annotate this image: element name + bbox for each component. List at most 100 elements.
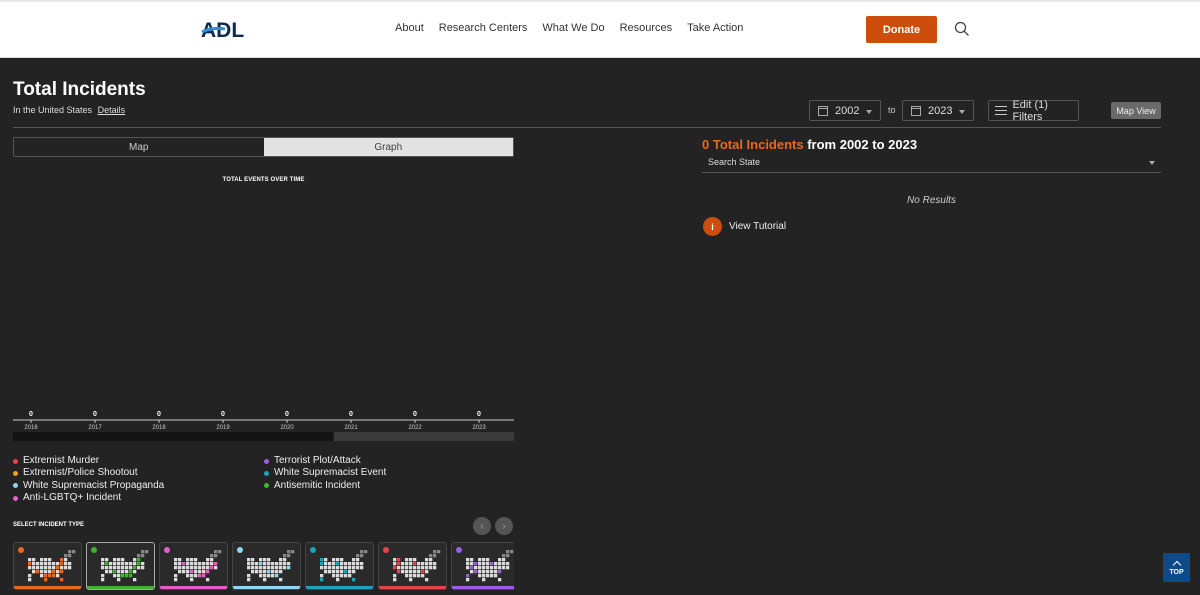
legend-label: Extremist/Police Shootout: [23, 467, 138, 479]
legend-left: Extremist Murder Extremist/Police Shootou…: [13, 455, 164, 504]
legend-item: White Supremacist Propaganda: [13, 480, 164, 492]
data-label: 0: [157, 411, 161, 418]
x-tick-label: 2017: [88, 425, 102, 431]
header-divider: [13, 127, 1161, 128]
nav-what-we-do[interactable]: What We Do: [542, 22, 604, 34]
type-dot-icon: [91, 547, 97, 553]
x-tick-label: 2018: [152, 425, 166, 431]
donate-button[interactable]: Donate: [866, 16, 937, 43]
legend-item: Antisemitic Incident: [264, 480, 386, 492]
top-label: TOP: [1169, 569, 1184, 576]
data-label: 0: [349, 411, 353, 418]
to-year-value: 2023: [928, 104, 953, 117]
filters-label: Edit (1) Filters: [1012, 98, 1048, 123]
legend-label: Antisemitic Incident: [274, 479, 361, 491]
incident-type-card[interactable]: [159, 542, 228, 590]
results-count: 0 Total Incidents: [702, 137, 804, 152]
legend-dot-icon: [13, 470, 18, 476]
adl-logo[interactable]: ADL: [201, 17, 253, 41]
x-tick-label: 2019: [216, 425, 230, 431]
incident-type-card[interactable]: [305, 542, 374, 590]
nav-resources[interactable]: Resources: [620, 22, 673, 34]
type-color-bar: [306, 586, 373, 589]
edit-filters-button[interactable]: Edit (1) Filters: [988, 98, 1079, 123]
legend-label: Extremist Murder: [23, 455, 100, 466]
back-to-top-button[interactable]: TOP: [1163, 553, 1190, 582]
mini-map-icon: [393, 550, 441, 582]
legend-dot-icon: [13, 458, 18, 464]
search-icon[interactable]: [954, 21, 970, 37]
legend-right: Terrorist Plot/Attack White Supremacist E…: [264, 455, 386, 492]
info-icon: i: [703, 217, 722, 236]
incident-type-card[interactable]: [232, 542, 301, 590]
data-label: 0: [93, 411, 97, 418]
x-tick-label: 2023: [472, 425, 486, 431]
page-subtitle: In the United States Details: [13, 105, 125, 115]
type-color-bar: [233, 586, 300, 589]
mini-map-icon: [28, 550, 76, 582]
calendar-icon: [818, 105, 828, 116]
to-year-select[interactable]: 2023: [902, 100, 974, 121]
legend-dot-icon: [264, 483, 269, 489]
from-year-select[interactable]: 2002: [809, 100, 881, 121]
incident-type-card[interactable]: [451, 542, 514, 590]
site-header: ADL About Research Centers What We Do Re…: [0, 2, 1200, 58]
mini-map-icon: [466, 550, 514, 582]
incident-type-card[interactable]: [378, 542, 447, 590]
incident-type-carousel: [13, 542, 514, 590]
mini-map-icon: [247, 550, 295, 582]
type-color-bar: [379, 586, 446, 589]
nav-take-action[interactable]: Take Action: [687, 22, 743, 34]
page-title: Total Incidents: [13, 79, 146, 100]
chevron-down-icon: [959, 110, 965, 114]
legend-item: Extremist Murder: [13, 455, 164, 467]
prev-button[interactable]: ‹: [473, 517, 491, 535]
incident-type-card[interactable]: [86, 542, 155, 590]
chevron-left-icon: ‹: [480, 520, 484, 532]
data-label: 0: [413, 411, 417, 418]
view-toggle: Map Graph: [13, 137, 514, 157]
legend-dot-icon: [264, 458, 269, 464]
nav-about[interactable]: About: [395, 22, 424, 34]
calendar-icon: [911, 105, 921, 116]
tab-map[interactable]: Map: [14, 138, 264, 156]
type-dot-icon: [237, 547, 243, 553]
results-heading: 0 Total Incidents from 2002 to 2023: [702, 137, 917, 152]
type-dot-icon: [383, 547, 389, 553]
details-link[interactable]: Details: [98, 105, 126, 115]
nav-research-centers[interactable]: Research Centers: [439, 22, 528, 34]
x-tick-label: 2020: [280, 425, 294, 431]
main-nav: About Research Centers What We Do Resour…: [395, 22, 743, 34]
view-tutorial-button[interactable]: i View Tutorial: [703, 217, 786, 236]
type-dot-icon: [18, 547, 24, 553]
scrollbar-thumb[interactable]: [13, 432, 334, 441]
chevron-right-icon: ›: [502, 520, 506, 532]
mini-map-icon: [320, 550, 368, 582]
legend-item: Terrorist Plot/Attack: [264, 455, 386, 467]
search-state-select[interactable]: Search State: [702, 153, 1161, 173]
select-incident-label: SELECT INCIDENT TYPE: [13, 522, 85, 528]
type-dot-icon: [456, 547, 462, 553]
location-text: In the United States: [13, 105, 93, 115]
map-view-button[interactable]: Map View: [1111, 102, 1161, 119]
chevron-down-icon: [1149, 161, 1155, 165]
results-range: from 2002 to 2023: [803, 137, 918, 152]
next-button[interactable]: ›: [495, 517, 513, 535]
chart-title: TOTAL EVENTS OVER TIME: [222, 177, 305, 183]
legend-item: Anti-LGBTQ+ Incident: [13, 492, 164, 504]
type-dot-icon: [310, 547, 316, 553]
type-dot-icon: [164, 547, 170, 553]
type-color-bar: [87, 586, 154, 589]
type-color-bar: [14, 586, 81, 589]
legend-dot-icon: [13, 483, 18, 489]
tab-graph[interactable]: Graph: [263, 138, 513, 156]
view-tutorial-label: View Tutorial: [729, 221, 787, 232]
mini-map-icon: [101, 550, 149, 582]
data-label: 0: [29, 411, 33, 418]
data-label: 0: [285, 411, 289, 418]
x-tick-label: 2016: [24, 425, 38, 431]
incident-type-card[interactable]: [13, 542, 82, 590]
legend-label: White Supremacist Event: [274, 467, 387, 479]
legend-item: Extremist/Police Shootout: [13, 467, 164, 479]
mini-map-icon: [174, 550, 222, 582]
